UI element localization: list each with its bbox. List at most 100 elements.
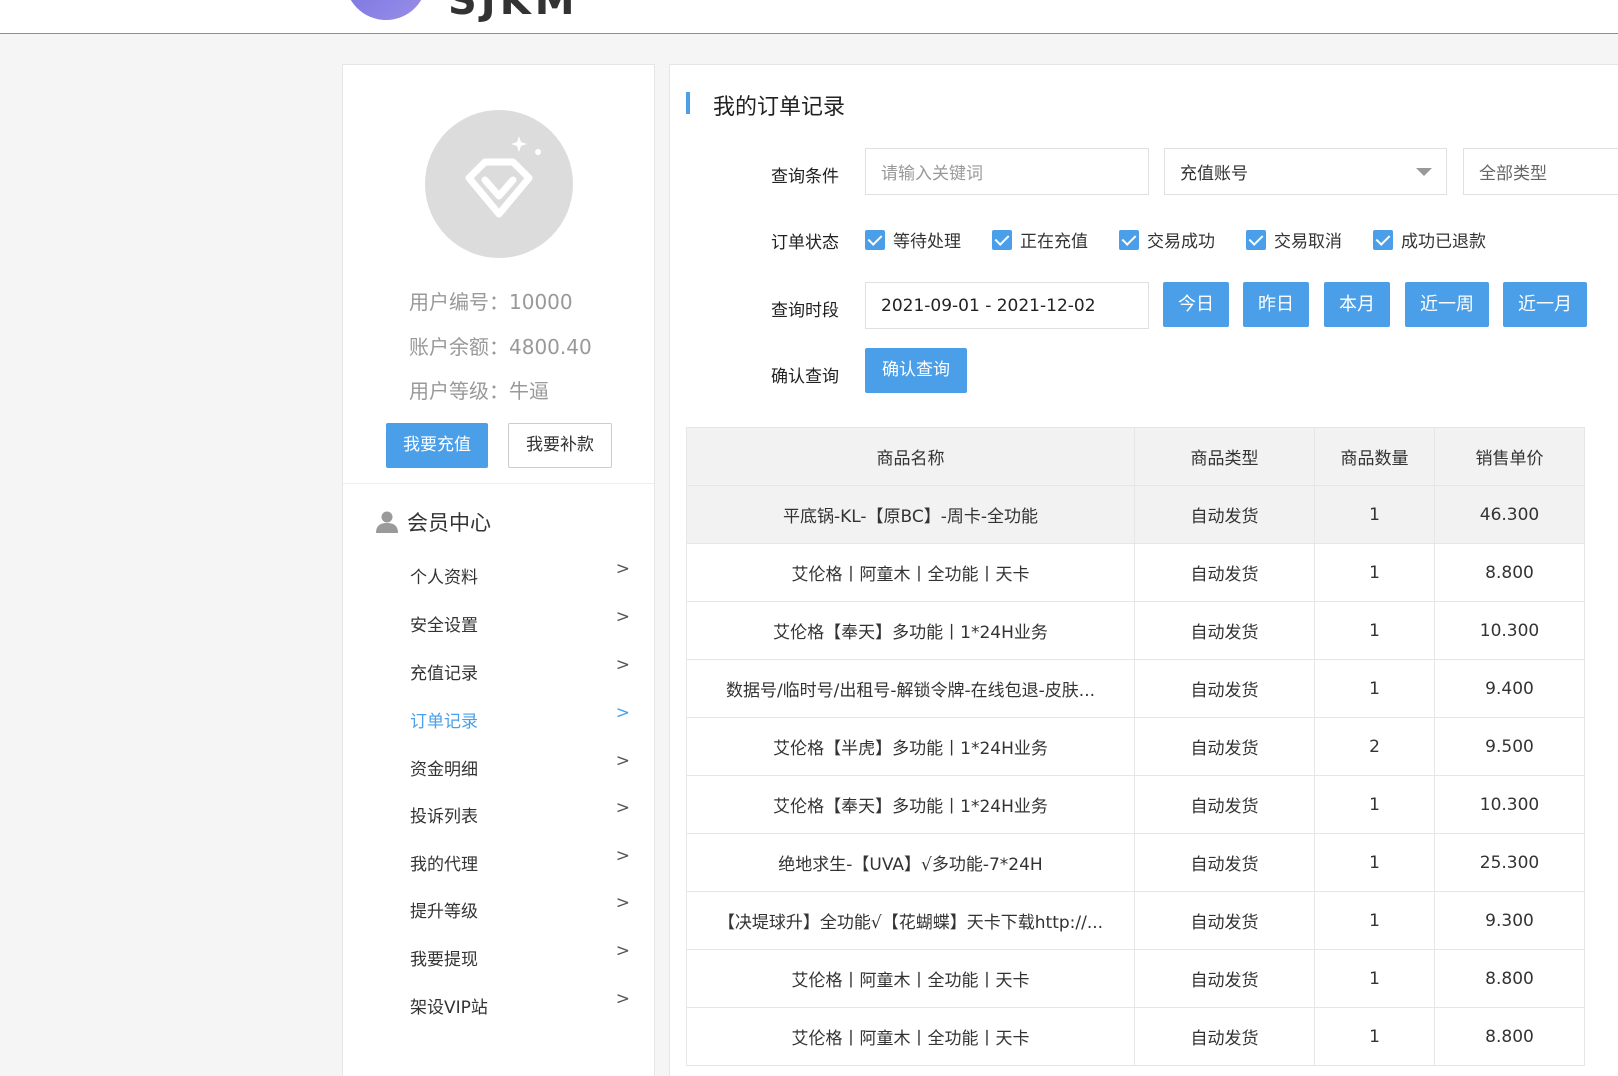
- sidebar-item-vip-site[interactable]: 架设VIP站 >: [410, 989, 630, 1023]
- type-select[interactable]: 全部类型: [1463, 148, 1618, 195]
- table-row[interactable]: 平底锅-KL-【原BC】-周卡-全功能 自动发货 1 46.300: [686, 485, 1585, 544]
- cell-quantity: 1: [1314, 949, 1435, 1008]
- chevron-right-icon: >: [615, 655, 630, 675]
- status-checkbox-pending[interactable]: 等待处理: [865, 227, 961, 252]
- status-checkbox-success[interactable]: 交易成功: [1119, 227, 1215, 252]
- checkbox-checked-icon: [1246, 229, 1266, 250]
- table-row[interactable]: 艾伦格丨阿童木丨全功能丨天卡 自动发货 1 8.800: [686, 949, 1585, 1008]
- table-row[interactable]: 【决堤球升】全功能√【花蝴蝶】天卡下载http://... 自动发货 1 9.3…: [686, 891, 1585, 950]
- sidebar-item-my-agents[interactable]: 我的代理 >: [410, 846, 630, 880]
- user-level: 用户等级：牛逼: [409, 379, 549, 403]
- field-select[interactable]: 充值账号: [1164, 148, 1447, 195]
- supplement-button[interactable]: 我要补款: [508, 423, 612, 468]
- sidebar-item-fund-details[interactable]: 资金明细 >: [410, 751, 630, 785]
- cell-product-type: 自动发货: [1134, 1007, 1315, 1066]
- cell-quantity: 2: [1314, 717, 1435, 776]
- column-header-unit-price[interactable]: 销售单价: [1434, 427, 1585, 486]
- table-row[interactable]: 艾伦格【半虎】多功能丨1*24H业务 自动发货 2 9.500: [686, 717, 1585, 776]
- table-row[interactable]: 绝地求生-【UVA】√多功能-7*24H 自动发货 1 25.300: [686, 833, 1585, 892]
- status-checkbox-recharging[interactable]: 正在充值: [992, 227, 1088, 252]
- chevron-right-icon: >: [615, 893, 630, 913]
- chevron-right-icon: >: [615, 607, 630, 627]
- top-header: SJKM: [0, 0, 1618, 34]
- cell-quantity: 1: [1314, 659, 1435, 718]
- cell-unit-price: 9.400: [1434, 659, 1585, 718]
- checkbox-label: 等待处理: [893, 232, 961, 252]
- chevron-right-icon: >: [615, 798, 630, 818]
- cell-product-type: 自动发货: [1134, 659, 1315, 718]
- cell-product-name: 艾伦格丨阿童木丨全功能丨天卡: [686, 949, 1135, 1008]
- table-header-row: 商品名称 商品类型 商品数量 销售单价: [686, 427, 1585, 486]
- chevron-right-icon: >: [615, 703, 630, 723]
- sidebar-item-upgrade-level[interactable]: 提升等级 >: [410, 893, 630, 927]
- table-row[interactable]: 艾伦格【奉天】多功能丨1*24H业务 自动发货 1 10.300: [686, 775, 1585, 834]
- orders-table: 商品名称 商品类型 商品数量 销售单价 平底锅-KL-【原BC】-周卡-全功能 …: [686, 427, 1585, 1066]
- cell-product-type: 自动发货: [1134, 485, 1315, 544]
- member-center-header: 会员中心: [375, 507, 491, 537]
- status-checkbox-refunded[interactable]: 成功已退款: [1373, 227, 1486, 252]
- cell-product-type: 自动发货: [1134, 949, 1315, 1008]
- logo-icon: [345, 0, 427, 20]
- checkbox-checked-icon: [865, 229, 885, 250]
- confirm-query-label: 确认查询: [771, 367, 839, 387]
- cell-unit-price: 25.300: [1434, 833, 1585, 892]
- cell-product-name: 平底锅-KL-【原BC】-周卡-全功能: [686, 485, 1135, 544]
- chevron-down-icon: [1416, 168, 1432, 176]
- table-row[interactable]: 艾伦格【奉天】多功能丨1*24H业务 自动发货 1 10.300: [686, 601, 1585, 660]
- table-row[interactable]: 数据号/临时号/出租号-解锁令牌-在线包退-皮肤... 自动发货 1 9.400: [686, 659, 1585, 718]
- user-id: 用户编号：10000: [409, 290, 573, 314]
- last-month-button[interactable]: 近一月: [1503, 282, 1587, 327]
- sidebar-item-label: 投诉列表: [410, 807, 478, 827]
- sidebar-item-label: 提升等级: [410, 902, 478, 922]
- sidebar-item-label: 安全设置: [410, 616, 478, 636]
- column-header-product-type[interactable]: 商品类型: [1134, 427, 1315, 486]
- cell-product-type: 自动发货: [1134, 717, 1315, 776]
- sidebar-item-profile[interactable]: 个人资料 >: [410, 559, 630, 593]
- column-header-product-name[interactable]: 商品名称: [686, 427, 1135, 486]
- yesterday-button[interactable]: 昨日: [1243, 282, 1309, 327]
- chevron-right-icon: >: [615, 559, 630, 579]
- chevron-right-icon: >: [615, 941, 630, 961]
- keyword-search-input[interactable]: 请输入关键词: [865, 148, 1149, 195]
- this-month-button[interactable]: 本月: [1324, 282, 1390, 327]
- sidebar-item-withdraw[interactable]: 我要提现 >: [410, 941, 630, 975]
- confirm-query-button[interactable]: 确认查询: [865, 348, 967, 393]
- cell-product-name: 数据号/临时号/出租号-解锁令牌-在线包退-皮肤...: [686, 659, 1135, 718]
- checkbox-label: 交易取消: [1274, 232, 1342, 252]
- cell-quantity: 1: [1314, 485, 1435, 544]
- date-range-input[interactable]: 2021-09-01 - 2021-12-02: [865, 282, 1149, 329]
- cell-unit-price: 9.500: [1434, 717, 1585, 776]
- cell-product-name: 艾伦格丨阿童木丨全功能丨天卡: [686, 543, 1135, 602]
- user-icon: [376, 511, 398, 533]
- table-row[interactable]: 艾伦格丨阿童木丨全功能丨天卡 自动发货 1 8.800: [686, 543, 1585, 602]
- cell-unit-price: 8.800: [1434, 543, 1585, 602]
- column-header-quantity[interactable]: 商品数量: [1314, 427, 1435, 486]
- checkbox-checked-icon: [1373, 229, 1393, 250]
- table-row[interactable]: 艾伦格丨阿童木丨全功能丨天卡 自动发货 1 8.800: [686, 1007, 1585, 1066]
- checkbox-checked-icon: [992, 229, 1012, 250]
- query-condition-label: 查询条件: [771, 167, 839, 187]
- chevron-right-icon: >: [615, 846, 630, 866]
- sidebar-item-security[interactable]: 安全设置 >: [410, 607, 630, 641]
- today-button[interactable]: 今日: [1163, 282, 1229, 327]
- sidebar-item-complaints[interactable]: 投诉列表 >: [410, 798, 630, 832]
- divider: [343, 483, 654, 484]
- sidebar-item-label: 订单记录: [410, 712, 478, 732]
- cell-product-name: 艾伦格【半虎】多功能丨1*24H业务: [686, 717, 1135, 776]
- status-checkbox-cancelled[interactable]: 交易取消: [1246, 227, 1342, 252]
- cell-unit-price: 10.300: [1434, 775, 1585, 834]
- sidebar-item-order-records[interactable]: 订单记录 >: [410, 703, 630, 737]
- sidebar-item-recharge-records[interactable]: 充值记录 >: [410, 655, 630, 689]
- cell-product-name: 【决堤球升】全功能√【花蝴蝶】天卡下载http://...: [686, 891, 1135, 950]
- cell-unit-price: 10.300: [1434, 601, 1585, 660]
- avatar: [425, 110, 573, 258]
- vip-diamond-icon: [465, 136, 541, 218]
- last-week-button[interactable]: 近一周: [1405, 282, 1489, 327]
- cell-quantity: 1: [1314, 1007, 1435, 1066]
- account-balance: 账户余额：4800.40: [409, 335, 592, 359]
- title-accent-bar: [686, 92, 690, 114]
- cell-quantity: 1: [1314, 891, 1435, 950]
- recharge-button[interactable]: 我要充值: [386, 423, 488, 468]
- chevron-right-icon: >: [615, 989, 630, 1009]
- logo-text: SJKM: [448, 0, 579, 24]
